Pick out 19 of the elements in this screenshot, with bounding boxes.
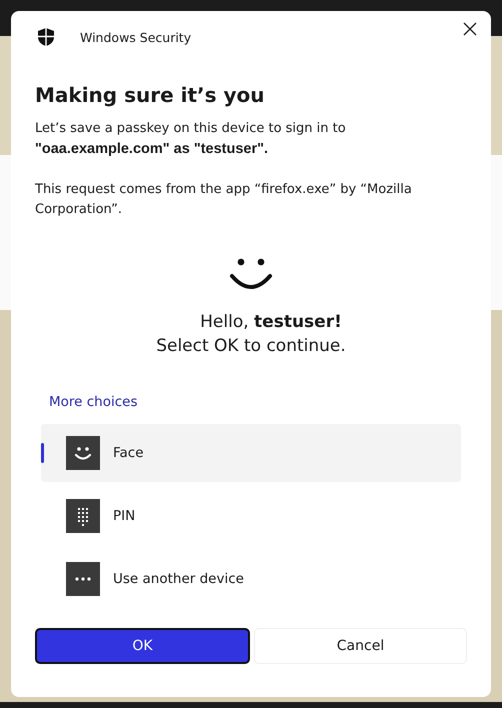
selection-indicator <box>41 443 44 463</box>
option-item[interactable]: Use another device <box>41 550 461 608</box>
smiley-face-icon <box>229 258 273 292</box>
shield-icon <box>36 27 56 47</box>
option-label: Use another device <box>113 571 244 587</box>
greeting-text: Hello, testuser! <box>200 312 342 332</box>
message-text: Let’s save a passkey on this device to sign in to "oaa.example.com" as "testuser". <box>35 120 347 159</box>
dialog-heading: Making sure it’s you <box>35 83 266 107</box>
option-item[interactable]: PIN <box>41 487 461 545</box>
close-icon[interactable] <box>463 22 477 36</box>
option-label: PIN <box>113 508 136 524</box>
more-choices-link[interactable]: More choices <box>49 394 138 410</box>
request-note: This request comes from the app “firefox.exe” by “Mozilla Corporation”. <box>35 181 413 219</box>
ok-button[interactable]: OK <box>35 628 250 664</box>
option-label: Face <box>113 445 144 461</box>
cancel-button[interactable]: Cancel <box>254 628 467 664</box>
prompt-text: Select OK to continue. <box>156 336 346 356</box>
option-item[interactable]: Face <box>41 424 461 482</box>
window-title: Windows Security <box>80 30 192 44</box>
